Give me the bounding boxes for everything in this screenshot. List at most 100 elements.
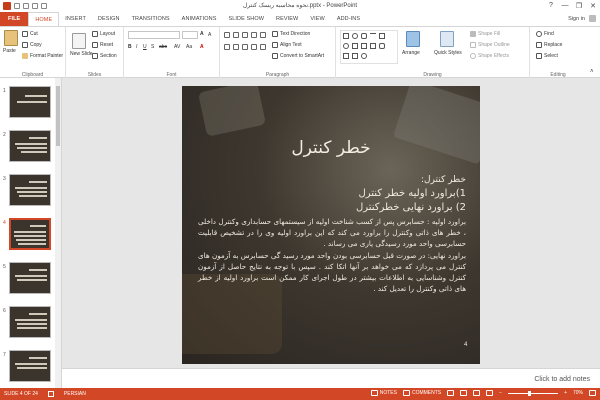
slide-thumbnail[interactable] <box>9 218 51 250</box>
tab-insert[interactable]: INSERT <box>59 12 92 26</box>
font-name-field[interactable] <box>128 31 180 39</box>
slideshow-view-icon[interactable] <box>486 390 494 396</box>
tab-transitions[interactable]: TRANSITIONS <box>126 12 176 26</box>
thumbnail-item[interactable]: 3 <box>0 174 61 214</box>
spellcheck-icon[interactable] <box>47 391 54 397</box>
tab-design[interactable]: DESIGN <box>92 12 126 26</box>
smiley-shape-icon[interactable] <box>361 53 367 59</box>
thumbnail-item[interactable]: 7 <box>0 350 61 388</box>
tab-view[interactable]: VIEW <box>304 12 330 26</box>
slide-content-placeholder[interactable]: خطر کنترل: 1)براورد اولیه خطر کنترل 2) ب… <box>198 174 466 295</box>
thumbnail-item[interactable]: 2 <box>0 130 61 170</box>
line-shape-icon[interactable] <box>370 33 376 39</box>
bold-icon[interactable]: B <box>128 44 132 50</box>
thumbnail-item[interactable]: 1 <box>0 86 61 126</box>
current-slide[interactable]: خطر کنترل خطر کنترل: 1)براورد اولیه خطر … <box>182 86 480 364</box>
align-left-icon[interactable] <box>224 44 230 50</box>
decrease-indent-icon[interactable] <box>242 32 248 38</box>
align-right-icon[interactable] <box>242 44 248 50</box>
cut-button[interactable]: Cut <box>22 31 38 37</box>
comments-toggle[interactable]: COMMENTS <box>402 390 441 396</box>
strikethrough-icon[interactable]: abc <box>159 44 167 50</box>
sign-in-link[interactable]: Sign in <box>568 16 585 22</box>
shadow-icon[interactable]: S <box>151 44 154 50</box>
close-button[interactable]: ✕ <box>586 0 600 11</box>
collapse-ribbon-icon[interactable]: ˄ <box>590 69 594 75</box>
tab-animations[interactable]: ANIMATIONS <box>176 12 223 26</box>
shape-outline-button[interactable]: Shape Outline <box>470 42 510 48</box>
thumbnail-item[interactable]: 5 <box>0 262 61 302</box>
rectangle-shape-icon[interactable] <box>343 33 349 39</box>
slide-thumbnail[interactable] <box>9 350 51 382</box>
notes-pane[interactable]: Click to add notes <box>62 368 600 388</box>
slide-thumbnail[interactable] <box>9 86 51 118</box>
copy-button[interactable]: Copy <box>22 42 42 48</box>
increase-indent-icon[interactable] <box>251 32 257 38</box>
slide-thumbnail[interactable] <box>9 174 51 206</box>
italic-icon[interactable]: I <box>136 44 137 50</box>
textbox-shape-icon[interactable] <box>379 33 385 39</box>
tab-review[interactable]: REVIEW <box>270 12 304 26</box>
maximize-button[interactable]: ❐ <box>572 0 586 11</box>
slide-thumbnail[interactable] <box>9 130 51 162</box>
thumbnail-scrollbar[interactable] <box>55 78 61 388</box>
underline-icon[interactable]: U <box>143 44 147 50</box>
quick-styles-icon[interactable] <box>440 31 454 47</box>
normal-view-icon[interactable] <box>447 390 455 396</box>
paste-icon[interactable] <box>4 30 18 46</box>
arrange-icon[interactable] <box>406 31 420 47</box>
shape-effects-button[interactable]: Shape Effects <box>470 53 509 59</box>
tab-slide-show[interactable]: SLIDE SHOW <box>223 12 271 26</box>
columns-icon[interactable] <box>260 44 266 50</box>
help-icon[interactable]: ? <box>544 0 558 11</box>
new-slide-icon[interactable] <box>72 33 86 49</box>
slide-thumbnail[interactable] <box>9 306 51 338</box>
text-direction-button[interactable]: Text Direction <box>272 31 310 37</box>
line-spacing-icon[interactable] <box>260 32 266 38</box>
reset-button[interactable]: Reset <box>92 42 113 48</box>
justify-icon[interactable] <box>251 44 257 50</box>
shrink-font-icon[interactable]: A <box>208 32 211 38</box>
minimize-button[interactable]: — <box>558 0 572 11</box>
bracket-shape-icon[interactable] <box>352 53 358 59</box>
language-indicator[interactable]: PERSIAN <box>64 391 86 397</box>
reading-view-icon[interactable] <box>473 390 481 396</box>
replace-button[interactable]: Replace <box>536 42 562 48</box>
oval-shape-icon[interactable] <box>352 33 358 39</box>
thumbnail-item-active[interactable]: 4 <box>0 218 61 258</box>
zoom-level[interactable]: 70% <box>573 390 583 396</box>
circle-shape-icon[interactable] <box>343 43 349 49</box>
spacing-icon[interactable]: AV <box>174 44 180 50</box>
callout-shape-icon[interactable] <box>379 43 385 49</box>
zoom-out-icon[interactable]: − <box>499 390 502 396</box>
font-size-field[interactable] <box>182 31 198 39</box>
section-button[interactable]: Section <box>92 53 117 59</box>
tab-file[interactable]: FILE <box>0 12 29 26</box>
align-text-button[interactable]: Align Text <box>272 42 302 48</box>
convert-smartart-button[interactable]: Convert to SmartArt <box>272 53 324 59</box>
notes-toggle[interactable]: NOTES <box>370 390 397 396</box>
find-button[interactable]: Find <box>536 31 554 37</box>
align-center-icon[interactable] <box>233 44 239 50</box>
paste-button[interactable]: Paste <box>3 48 16 54</box>
fit-to-window-icon[interactable] <box>589 390 596 396</box>
slide-sorter-icon[interactable] <box>460 390 468 396</box>
font-color-icon[interactable]: A <box>200 44 204 50</box>
change-case-icon[interactable]: Aa <box>186 44 192 50</box>
rounded-rect-shape-icon[interactable] <box>361 33 367 39</box>
shapes-gallery[interactable] <box>340 30 398 64</box>
triangle-shape-icon[interactable] <box>352 43 358 49</box>
format-painter-button[interactable]: Format Painter <box>22 53 63 59</box>
arrange-button[interactable]: Arrange <box>402 50 420 56</box>
tab-home[interactable]: HOME <box>28 12 60 26</box>
thumbnail-item[interactable]: 6 <box>0 306 61 346</box>
avatar[interactable] <box>589 15 596 22</box>
quick-styles-button[interactable]: Quick Styles <box>434 50 462 56</box>
zoom-in-icon[interactable]: + <box>564 390 567 396</box>
new-slide-button[interactable]: New Slide <box>70 51 93 57</box>
notes-placeholder[interactable]: Click to add notes <box>534 376 590 383</box>
slide-title[interactable]: خطر کنترل <box>182 138 480 158</box>
select-button[interactable]: Select <box>536 53 558 59</box>
tab-add-ins[interactable]: ADD-INS <box>331 12 366 26</box>
slide-thumbnail[interactable] <box>9 262 51 294</box>
